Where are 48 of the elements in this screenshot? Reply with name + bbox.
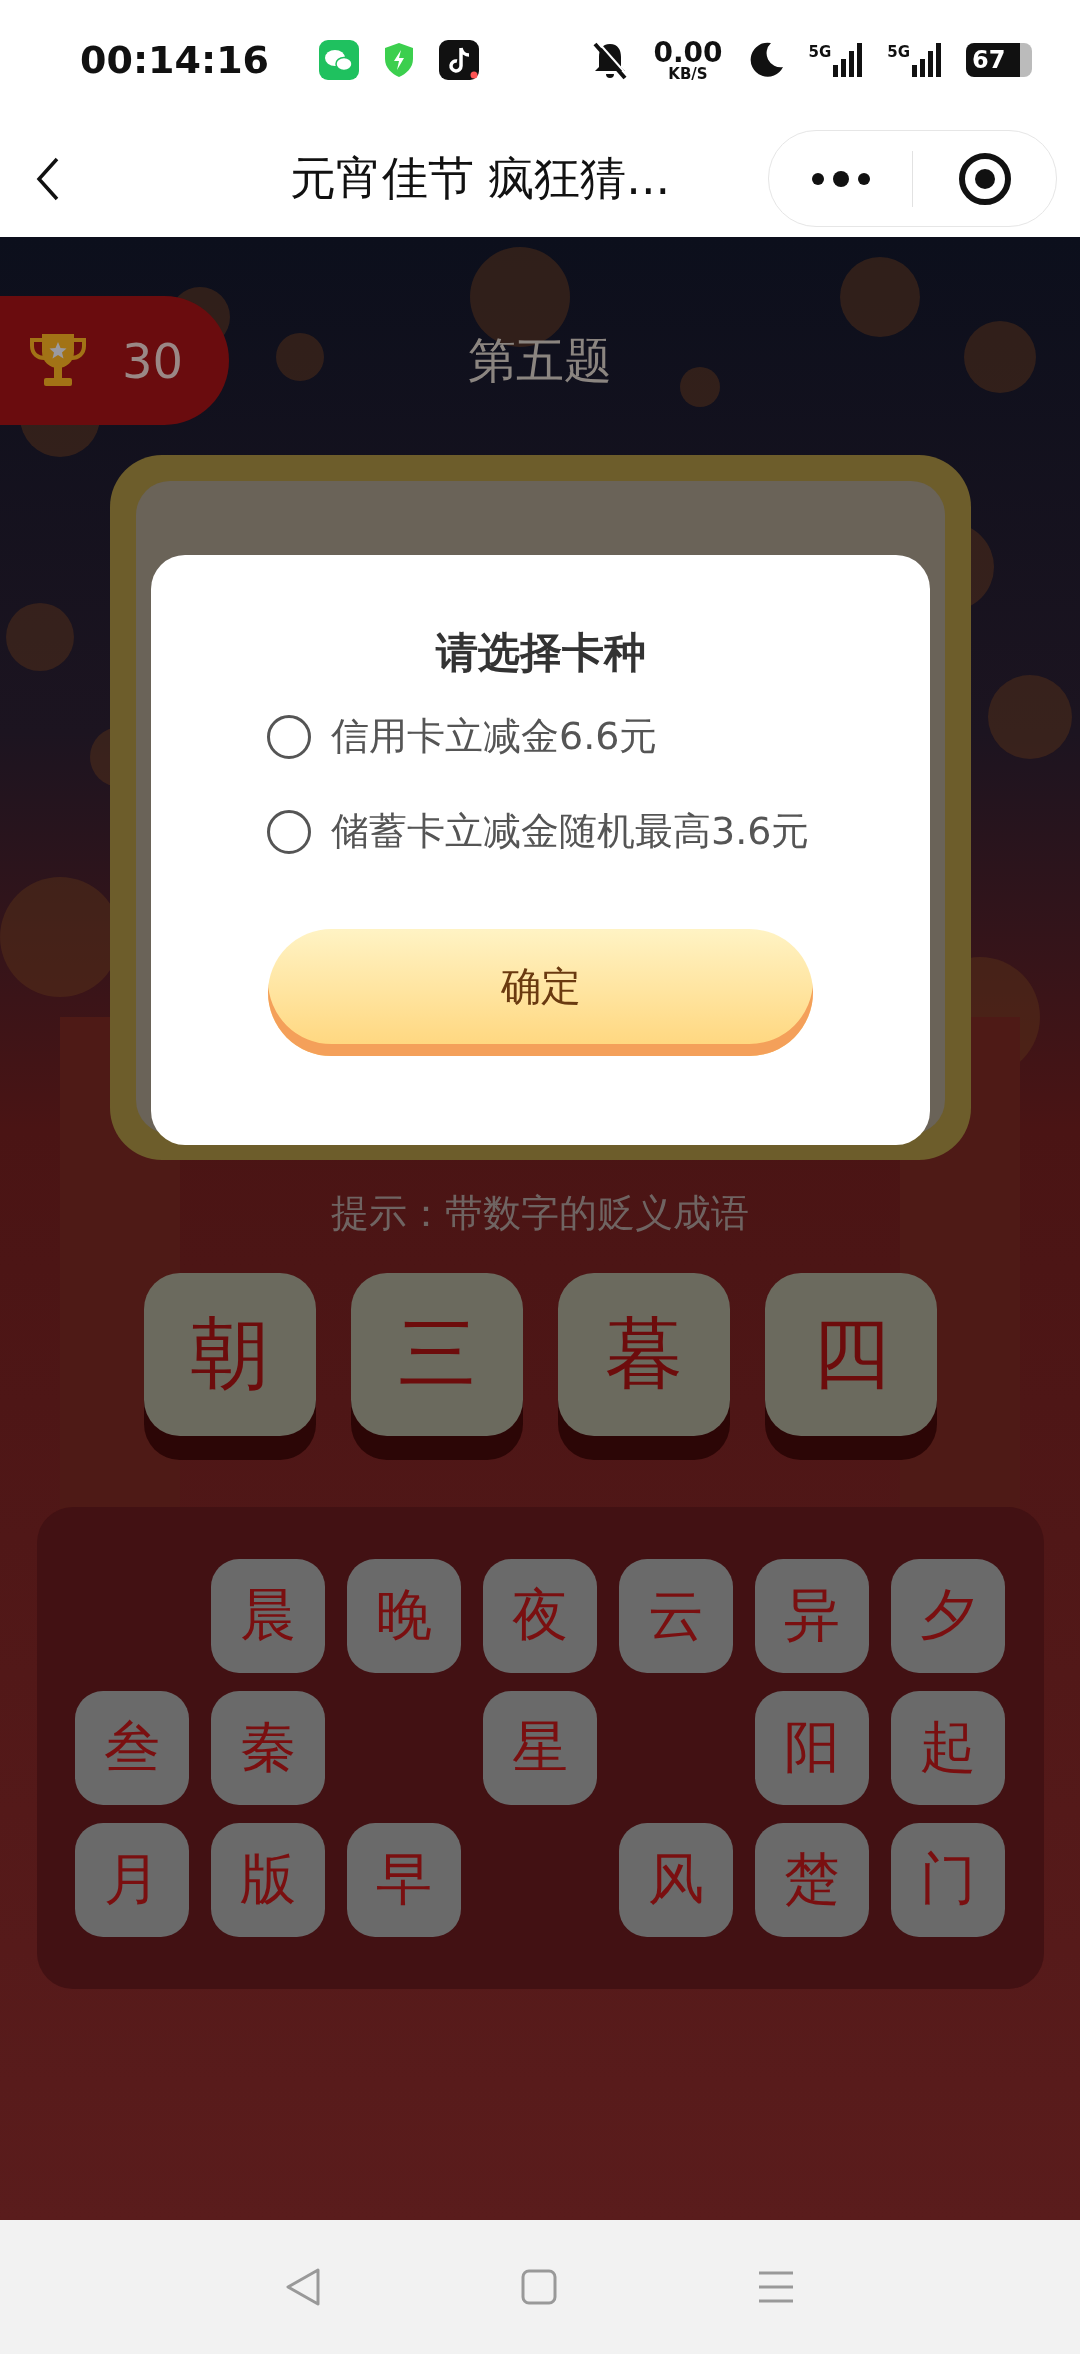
page-title: 元宵佳节 疯狂猜... <box>288 149 672 207</box>
network-type: 5G <box>887 43 910 61</box>
option-label[interactable]: 储蓄卡立减金随机最高3.6元 <box>331 806 810 857</box>
shield-icon <box>383 42 416 78</box>
signal-icon <box>912 43 942 77</box>
menu-nav-button[interactable] <box>757 2270 795 2304</box>
square-home-icon <box>521 2269 557 2305</box>
status-time: 00:14:16 <box>80 38 270 82</box>
character-key[interactable]: 风 <box>618 1823 733 1937</box>
character-key[interactable]: 夜 <box>482 1559 597 1673</box>
music-app-icon <box>439 40 480 80</box>
mute-bell-icon <box>591 40 630 80</box>
character-key[interactable]: 秦 <box>210 1691 325 1805</box>
question-title: 第五题 <box>468 330 612 390</box>
target-icon <box>957 151 1012 206</box>
network-speed: 0.00 <box>653 38 723 67</box>
confirm-button[interactable]: 确定 <box>268 929 813 1056</box>
network-type: 5G <box>808 43 832 61</box>
back-button[interactable] <box>36 156 60 201</box>
chevron-left-icon <box>36 156 60 201</box>
triangle-back-icon <box>285 2267 321 2307</box>
character-key[interactable]: 晚 <box>346 1559 461 1673</box>
radio-button[interactable] <box>267 809 311 854</box>
character-key[interactable]: 门 <box>890 1823 1005 1937</box>
score-value: 30 <box>122 332 184 389</box>
character-key[interactable]: 叁 <box>74 1691 189 1805</box>
character-key[interactable]: 阳 <box>754 1691 869 1805</box>
character-key[interactable]: 晨 <box>210 1559 325 1673</box>
signal-icon <box>833 43 864 77</box>
character-key[interactable]: 起 <box>890 1691 1005 1805</box>
more-dots-icon <box>810 170 871 187</box>
dialog-title: 请选择卡种 <box>435 627 646 679</box>
character-key[interactable]: 云 <box>618 1559 733 1673</box>
character-key[interactable]: 异 <box>754 1559 869 1673</box>
radio-button[interactable] <box>267 714 311 759</box>
character-key[interactable]: 月 <box>74 1823 189 1937</box>
back-nav-button[interactable] <box>285 2267 321 2307</box>
home-nav-button[interactable] <box>521 2269 557 2305</box>
menu-icon <box>757 2270 795 2304</box>
hint-text: 提示：带数字的贬义成语 <box>331 1190 749 1237</box>
character-key[interactable]: 早 <box>346 1823 461 1937</box>
option-label[interactable]: 信用卡立减金6.6元 <box>331 711 658 762</box>
chat-app-icon <box>319 40 360 80</box>
character-key[interactable]: 楚 <box>754 1823 869 1937</box>
network-speed-unit: KB/S <box>668 66 708 82</box>
character-key[interactable]: 星 <box>482 1691 597 1805</box>
character-key[interactable]: 版 <box>210 1823 325 1937</box>
character-key[interactable]: 夕 <box>890 1559 1005 1673</box>
